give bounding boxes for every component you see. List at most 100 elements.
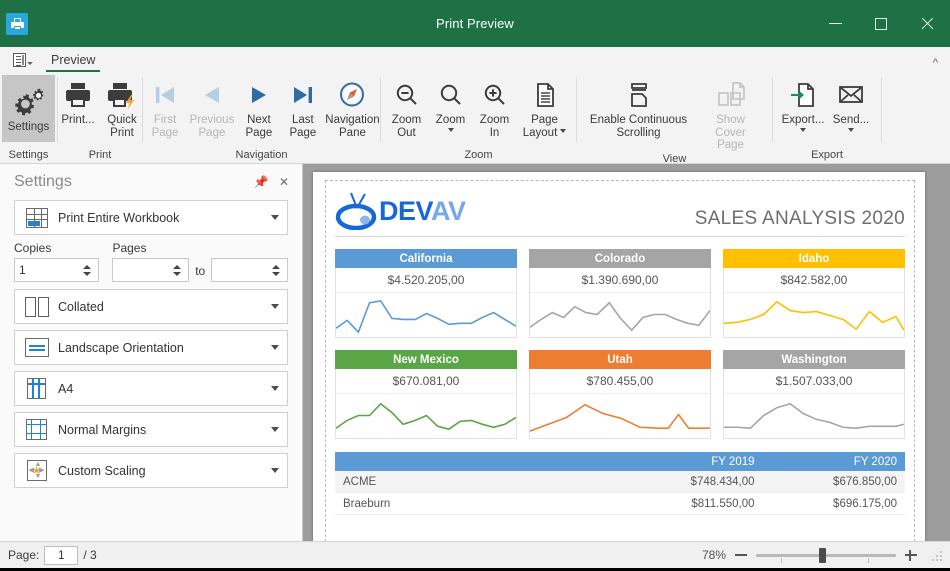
state-card: Idaho$842.582,00 [723, 249, 905, 338]
export-button[interactable]: Export... [779, 75, 827, 133]
state-card-sparkline [529, 293, 711, 338]
zoom-in-icon[interactable] [904, 548, 918, 562]
pages-to-stepper[interactable] [211, 258, 288, 282]
devav-logo-mark [335, 192, 381, 230]
navigation-pane-label-2: Pane [339, 127, 366, 140]
zoom-slider-thumb[interactable] [819, 548, 826, 563]
collate-combo[interactable]: Collated [14, 289, 288, 324]
gears-icon [14, 85, 44, 119]
ribbon-group-settings: Settings Settings [0, 72, 57, 163]
ribbon-group-export-label: Export [773, 146, 881, 163]
settings-button[interactable]: Settings [2, 75, 55, 142]
orientation-combo[interactable]: Landscape Orientation [14, 330, 288, 365]
print-button-label: Print... [61, 114, 94, 127]
state-cards-grid: California$4.520.205,00Colorado$1.390.69… [335, 249, 905, 439]
table-row: ACME$748.434,00$676.850,00 [335, 471, 905, 493]
zoom-slider-tick [868, 558, 869, 563]
preview-area[interactable]: DEVAV SALES ANALYSIS 2020 California$4.5… [303, 164, 950, 541]
chevron-down-icon [27, 62, 33, 65]
quick-print-button[interactable]: Quick Print [100, 75, 144, 140]
maximize-button[interactable] [858, 0, 904, 47]
document-header: DEVAV SALES ANALYSIS 2020 [335, 192, 905, 237]
minimize-button[interactable] [812, 0, 858, 47]
sales-table: FY 2019 FY 2020 ACME$748.434,00$676.850,… [335, 452, 905, 515]
paper-size-icon [15, 378, 58, 399]
status-bar: Page: 1 / 3 78% [0, 541, 950, 568]
zoom-level-label: 78% [702, 548, 726, 562]
title-bar: Print Preview [0, 0, 950, 47]
zoom-in-icon [481, 78, 509, 112]
pages-to-input[interactable] [212, 263, 269, 277]
page-layout-label-1: Page [531, 114, 558, 127]
zoom-dropdown-button[interactable]: Zoom [429, 75, 473, 133]
previous-page-button[interactable]: Previous Page [187, 75, 237, 140]
previous-page-label-2: Page [199, 127, 226, 140]
pages-label: Pages [112, 241, 189, 255]
paper-size-combo[interactable]: A4 [14, 371, 288, 406]
show-cover-page-button[interactable]: Show Cover Page [695, 75, 767, 153]
send-button[interactable]: Send... [827, 75, 875, 133]
page-number-value: 1 [58, 548, 65, 562]
zoom-slider[interactable] [756, 548, 896, 562]
chevron-down-icon [263, 215, 287, 220]
pages-from-input[interactable] [113, 263, 170, 277]
file-menu-button[interactable] [6, 49, 40, 71]
copies-input[interactable] [15, 263, 80, 277]
table-header-row: FY 2019 FY 2020 [335, 452, 905, 471]
resize-grip[interactable] [930, 549, 942, 561]
ribbon-group-view-label: View [577, 153, 772, 165]
ribbon: Preview ^ [0, 47, 950, 164]
print-preview-window: Print Preview Preview ^ [0, 0, 950, 568]
print-button[interactable]: Print... [56, 75, 100, 128]
zoom-out-button[interactable]: Zoom Out [385, 75, 429, 140]
print-range-combo[interactable]: Print Entire Workbook [14, 200, 288, 235]
pages-from-stepper[interactable] [112, 258, 189, 282]
margins-combo[interactable]: Normal Margins [14, 412, 288, 447]
zoom-out-icon[interactable] [734, 548, 748, 562]
state-card-value: $4.520.205,00 [335, 268, 517, 293]
show-cover-page-label-2: Page [717, 139, 744, 152]
ribbon-group-navigation-label: Navigation [143, 146, 380, 163]
stepper-arrows[interactable] [170, 265, 188, 276]
last-page-button[interactable]: Last Page [281, 75, 325, 140]
state-card: Colorado$1.390.690,00 [529, 249, 711, 338]
page-layout-button[interactable]: Page Layout [517, 75, 573, 140]
copies-stepper[interactable] [14, 258, 99, 282]
zoom-slider-track [756, 554, 896, 557]
zoom-in-label-2: In [490, 127, 500, 140]
compass-icon [337, 78, 367, 112]
tab-preview[interactable]: Preview [40, 48, 106, 72]
chevron-down-icon [848, 128, 854, 132]
table-cell-fy2019: $811.550,00 [620, 498, 763, 510]
page-layout-icon [531, 78, 559, 112]
devav-logo: DEVAV [335, 192, 466, 230]
enable-continuous-scrolling-button[interactable]: Enable Continuous Scrolling [583, 75, 695, 140]
table-cell-fy2020: $696.175,00 [763, 498, 906, 510]
navigation-pane-button[interactable]: Navigation Pane [325, 75, 380, 140]
table-cell-fy2020: $676.850,00 [763, 476, 906, 488]
window-title: Print Preview [0, 16, 950, 31]
ribbon-group-zoom: Zoom Out Zoom [381, 72, 576, 163]
state-card-value: $670.081,00 [335, 369, 517, 394]
pin-icon[interactable]: 📌 [252, 173, 270, 191]
state-card-title: Utah [529, 350, 711, 369]
next-page-button[interactable]: Next Page [237, 75, 281, 140]
zoom-in-button[interactable]: Zoom In [473, 75, 517, 140]
collapse-ribbon-icon[interactable]: ^ [933, 57, 938, 69]
show-cover-page-label-1: Show Cover [700, 114, 762, 139]
page-number-input[interactable]: 1 [44, 546, 78, 565]
table-header-fy2019: FY 2019 [620, 456, 763, 468]
stepper-arrows[interactable] [269, 265, 287, 276]
scaling-combo[interactable]: ▲▼ ◀▶ ★ Custom Scaling [14, 453, 288, 488]
orientation-value: Landscape Orientation [58, 341, 263, 355]
stepper-arrows[interactable] [80, 265, 98, 276]
send-mail-icon [836, 78, 866, 112]
first-page-button[interactable]: First Page [143, 75, 187, 140]
close-icon[interactable]: ✕ [275, 173, 293, 191]
maximize-icon [875, 18, 887, 30]
continuous-scrolling-icon [624, 78, 654, 112]
next-page-label-1: Next [247, 114, 271, 127]
scaling-value: Custom Scaling [58, 464, 263, 478]
workbook-icon [15, 208, 58, 228]
close-button[interactable] [904, 0, 950, 47]
